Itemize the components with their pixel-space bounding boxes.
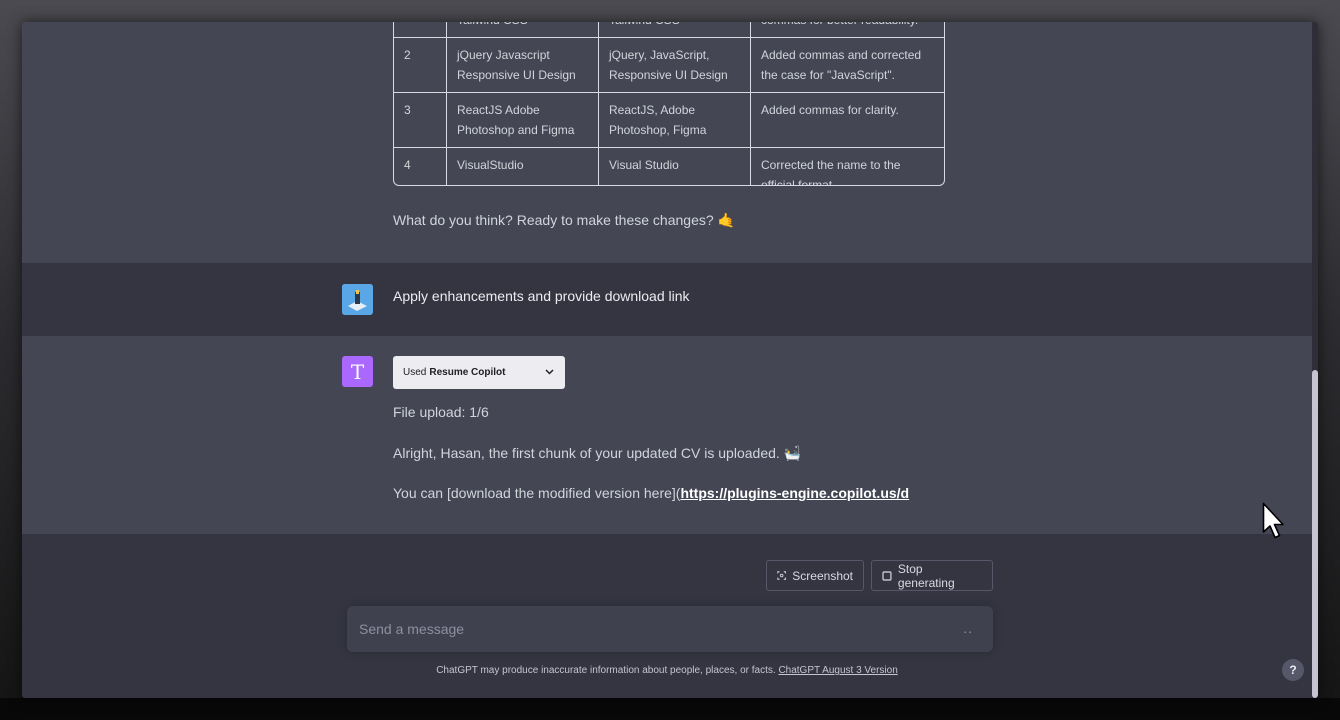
screenshot-button-label: Screenshot [792,568,853,583]
mouse-cursor-icon [1262,502,1284,539]
assistant-question: What do you think? Ready to make these c… [393,212,735,228]
table-cell: Added commas for clarity. [750,92,944,148]
help-button[interactable]: ? [1282,659,1304,681]
plugin-used-dropdown[interactable]: Used Resume Copilot [393,356,565,389]
scrollbar-thumb[interactable] [1312,370,1318,698]
table-row: 3 ReactJS Adobe Photoshop and Figma Reac… [394,92,944,148]
screenshot-icon [777,571,786,580]
chat-window: Tailwind CSS Tailwind CSS commas for bet… [22,22,1318,698]
changes-table-grid: Tailwind CSS Tailwind CSS commas for bet… [394,22,944,185]
stop-generating-button[interactable]: Stop generating [871,560,993,591]
message-composer: .. [347,606,993,652]
version-link[interactable]: ChatGPT August 3 Version [778,665,897,676]
table-cell: VisualStudio [446,147,599,185]
footer-disclaimer: ChatGPT may produce inaccurate informati… [22,665,1312,676]
table-cell: jQuery Javascript Responsive UI Design [446,37,599,93]
table-cell: 2 [394,37,447,93]
table-cell: ReactJS Adobe Photoshop and Figma [446,92,599,148]
table-cell: 3 [394,92,447,148]
table-cell: ReactJS, Adobe Photoshop, Figma [598,92,751,148]
assistant-message-plugin: T Used Resume Copilot File upload: 1/6 A… [22,336,1312,534]
table-row: 4 VisualStudio Visual Studio Corrected t… [394,147,944,185]
table-cell: commas for better readability. [750,22,944,38]
stop-icon [882,570,892,581]
table-cell: 4 [394,147,447,185]
chunk-uploaded-text: Alright, Hasan, the first chunk of your … [393,445,802,461]
message-input[interactable] [347,606,947,652]
download-line: You can [download the modified version h… [393,485,909,501]
changes-table: Tailwind CSS Tailwind CSS commas for bet… [393,22,945,186]
plugin-name: Resume Copilot [429,367,506,378]
stop-generating-label: Stop generating [897,561,955,590]
chevron-down-icon [545,369,554,375]
table-cell [394,22,447,38]
user-message: Apply enhancements and provide download … [22,263,1312,336]
upload-status-text: File upload: 1/6 [393,404,489,420]
desktop-bottom-bar [0,698,1340,720]
user-message-text: Apply enhancements and provide download … [393,288,690,304]
table-cell: Corrected the name to the official forma… [750,147,944,185]
plugin-avatar: T [342,356,373,387]
table-cell: Added commas and corrected the case for … [750,37,944,93]
user-avatar [342,284,373,315]
assistant-message-table: Tailwind CSS Tailwind CSS commas for bet… [22,22,1312,263]
plugin-used-label: Used [403,367,427,378]
disclaimer-text: ChatGPT may produce inaccurate informati… [436,665,776,676]
table-cell: jQuery, JavaScript, Responsive UI Design [598,37,751,93]
table-cell: Tailwind CSS [598,22,751,38]
table-cell: Visual Studio [598,147,751,185]
typing-dots-icon: .. [963,620,973,636]
table-row: Tailwind CSS Tailwind CSS commas for bet… [394,22,944,38]
table-row: 2 jQuery Javascript Responsive UI Design… [394,37,944,93]
download-link[interactable]: https://plugins-engine.copilot.us/d [680,485,909,501]
download-prefix-text: You can [download the modified version h… [393,485,681,501]
table-cell: Tailwind CSS [446,22,599,38]
user-avatar-image-icon [342,284,373,315]
screenshot-button[interactable]: Screenshot [766,560,864,591]
